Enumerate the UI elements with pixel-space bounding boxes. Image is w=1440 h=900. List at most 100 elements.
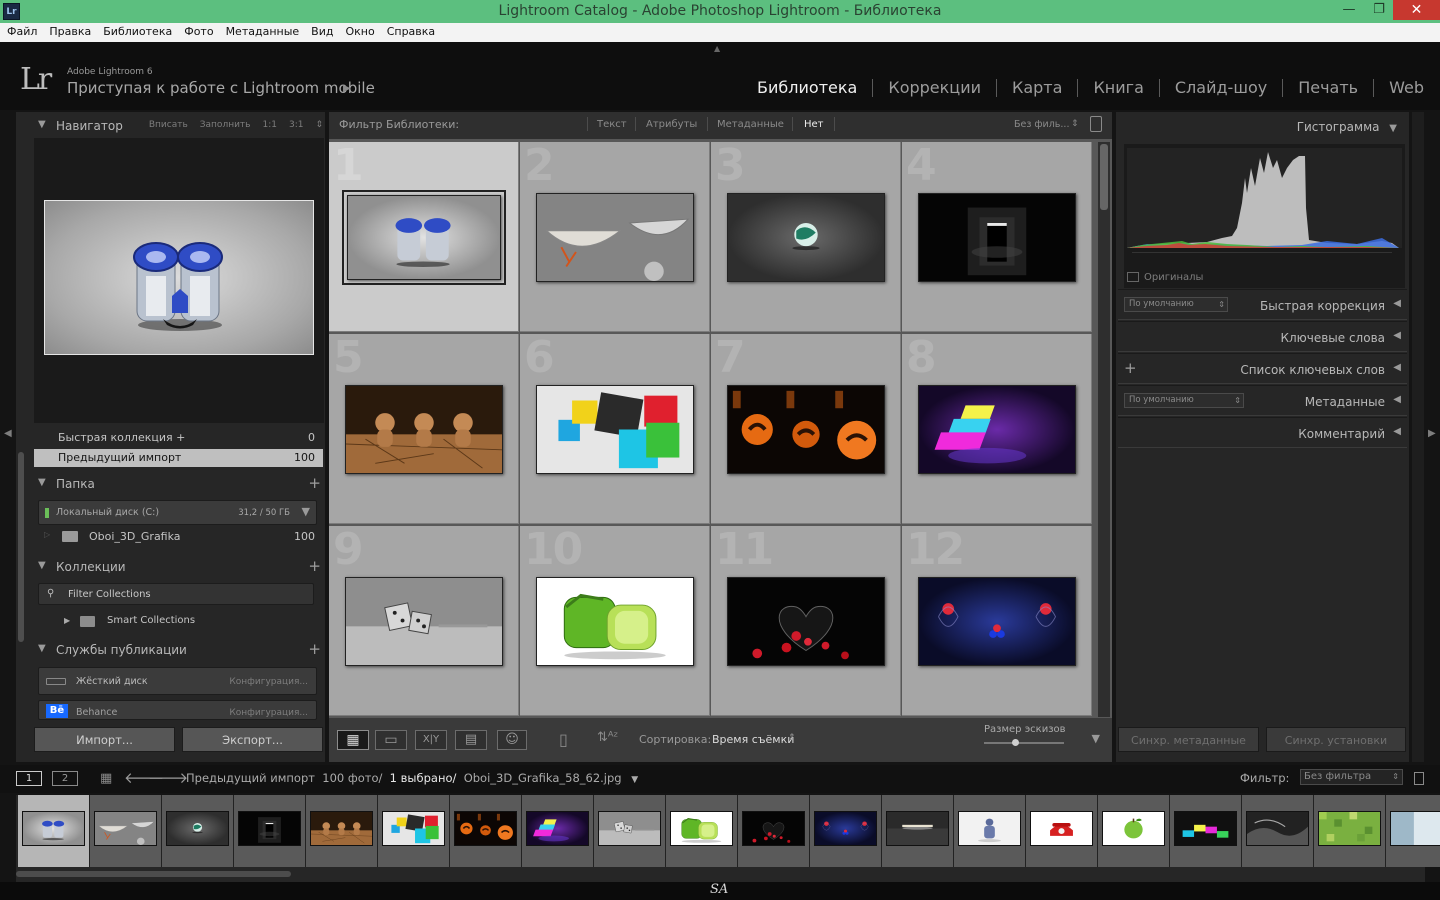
filmstrip-thumbnail[interactable]	[238, 811, 301, 846]
filter-metadata[interactable]: Метаданные	[717, 119, 784, 130]
bottom-panel-toggle[interactable]: SA	[0, 882, 1440, 900]
filmstrip-cell[interactable]	[1170, 795, 1242, 867]
module-web[interactable]: Web	[1373, 79, 1424, 97]
publish-behance[interactable]: Bē Behance Конфигурация...	[38, 700, 317, 720]
module-develop[interactable]: Коррекции	[872, 79, 996, 97]
grid-cell[interactable]: 9	[329, 524, 519, 716]
photo-thumbnail[interactable]	[536, 193, 694, 282]
menu-photo[interactable]: Фото	[177, 23, 218, 38]
filmstrip-thumbnail[interactable]	[454, 811, 517, 846]
volume-row[interactable]: Локальный диск (C:) 31,2 / 50 ГБ ▼	[38, 500, 317, 525]
filmstrip-thumbnail[interactable]	[598, 811, 661, 846]
add-collection-icon[interactable]: +	[308, 557, 321, 575]
histogram-header[interactable]: Гистограмма ▼	[1297, 120, 1397, 134]
add-keyword-icon[interactable]: +	[1124, 359, 1137, 377]
originals-checkbox[interactable]	[1127, 272, 1139, 282]
forward-arrow-icon[interactable]: 🡒	[148, 768, 188, 787]
painter-spray-icon[interactable]: ▯	[559, 730, 568, 749]
filmstrip-thumbnail[interactable]	[1318, 811, 1381, 846]
expand-arrow-icon[interactable]: ▶	[64, 616, 70, 625]
filmstrip-thumbnail[interactable]	[814, 811, 877, 846]
photo-thumbnail[interactable]	[727, 193, 885, 282]
filmstrip-filter-select[interactable]: Без фильтра ⇕	[1300, 769, 1403, 785]
left-panel-scrollbar[interactable]	[18, 452, 24, 642]
import-button[interactable]: Импорт...	[34, 727, 175, 752]
module-library[interactable]: Библиотека	[742, 79, 872, 97]
compare-view-icon[interactable]: X|Y	[415, 730, 447, 750]
filmstrip-cell[interactable]	[522, 795, 594, 867]
filmstrip-thumbnail[interactable]	[1246, 811, 1309, 846]
filmstrip-cell[interactable]	[738, 795, 810, 867]
grid-view-icon[interactable]: ▦	[337, 730, 369, 750]
filmstrip-cell[interactable]	[162, 795, 234, 867]
menu-window[interactable]: Окно	[338, 23, 379, 38]
filmstrip-cell[interactable]	[1314, 795, 1386, 867]
sort-stepper-icon[interactable]: ⇕	[788, 733, 796, 743]
thumbnail-size-handle[interactable]	[1012, 739, 1019, 746]
filter-preset[interactable]: Без филь...	[1014, 119, 1069, 130]
grid-shortcut-icon[interactable]: ▦	[100, 771, 112, 786]
photo-thumbnail[interactable]	[727, 577, 885, 666]
quick-collection-row[interactable]: Быстрая коллекция + 0	[34, 429, 323, 447]
filter-collections-field[interactable]: ⚲ Filter Collections	[38, 583, 314, 605]
window-1-button[interactable]: 1	[16, 771, 42, 786]
filmstrip-cell[interactable]	[18, 795, 90, 867]
window-2-button[interactable]: 2	[52, 771, 78, 786]
grid-cell[interactable]: 3	[711, 142, 901, 332]
filter-attributes[interactable]: Атрибуты	[646, 119, 697, 130]
smart-collections-row[interactable]: ▶ Smart Collections	[34, 613, 323, 633]
filmstrip-thumbnail[interactable]	[1390, 811, 1440, 846]
photo-thumbnail[interactable]	[536, 577, 694, 666]
survey-view-icon[interactable]: ▤	[455, 730, 487, 750]
menu-file[interactable]: Файл	[0, 23, 42, 38]
filmstrip-thumbnail[interactable]	[1174, 811, 1237, 846]
filmstrip-cell[interactable]	[810, 795, 882, 867]
comments-header[interactable]: Комментарий ◀	[1118, 417, 1407, 448]
filmstrip-cell[interactable]	[234, 795, 306, 867]
grid-cell[interactable]: 4	[902, 142, 1092, 332]
zoom-1-1[interactable]: 1:1	[262, 120, 276, 130]
thumbnail-size-slider[interactable]	[984, 739, 1064, 746]
photo-thumbnail[interactable]	[347, 195, 501, 280]
keyword-list-header[interactable]: + Список ключевых слов ◀	[1118, 353, 1407, 384]
filter-none[interactable]: Нет	[804, 119, 824, 130]
collapse-right-panel-icon[interactable]: ▶	[1428, 428, 1436, 439]
maximize-button[interactable]: ❐	[1364, 0, 1394, 20]
filmstrip-cell[interactable]	[1098, 795, 1170, 867]
zoom-fit[interactable]: Вписать	[149, 120, 188, 130]
minimize-button[interactable]: —	[1334, 0, 1364, 20]
grid-cell[interactable]: 2	[520, 142, 710, 332]
filmstrip-cell[interactable]	[450, 795, 522, 867]
publish-hard-drive[interactable]: Жёсткий диск Конфигурация...	[38, 667, 317, 695]
module-book[interactable]: Книга	[1077, 79, 1158, 97]
filmstrip-cell[interactable]	[594, 795, 666, 867]
module-map[interactable]: Карта	[995, 79, 1077, 97]
zoom-3-1[interactable]: 3:1	[289, 120, 303, 130]
zoom-fill[interactable]: Заполнить	[200, 120, 251, 130]
mobile-tagline[interactable]: Приступая к работе с Lightroom mobile	[67, 79, 375, 97]
menu-edit[interactable]: Правка	[42, 23, 96, 38]
photo-thumbnail[interactable]	[345, 577, 503, 666]
filmstrip-cell[interactable]	[90, 795, 162, 867]
publish-services-header[interactable]: ▼ Службы публикации +	[34, 638, 323, 662]
add-publish-service-icon[interactable]: +	[308, 640, 321, 658]
module-slideshow[interactable]: Слайд-шоу	[1158, 79, 1282, 97]
photo-thumbnail[interactable]	[918, 385, 1076, 474]
grid-cell[interactable]: 8	[902, 332, 1092, 524]
menu-metadata[interactable]: Метаданные	[219, 23, 305, 38]
filmstrip-thumbnail[interactable]	[310, 811, 373, 846]
filmstrip-thumbnail[interactable]	[1030, 811, 1093, 846]
filmstrip-cell[interactable]	[1242, 795, 1314, 867]
source-dropdown-icon[interactable]: ▼	[631, 775, 638, 785]
photo-thumbnail[interactable]	[918, 193, 1076, 282]
menu-view[interactable]: Вид	[304, 23, 338, 38]
filmstrip-thumbnail[interactable]	[742, 811, 805, 846]
photo-thumbnail[interactable]	[345, 385, 503, 474]
folders-header[interactable]: ▼ Папка +	[34, 472, 323, 496]
quick-develop-preset[interactable]: По умолчанию ⇕	[1124, 297, 1228, 312]
filter-lock-icon[interactable]	[1414, 772, 1424, 785]
navigator-image[interactable]	[44, 200, 314, 355]
keywording-header[interactable]: Ключевые слова ◀	[1118, 321, 1407, 352]
grid-cell[interactable]: 1	[329, 142, 519, 332]
quick-develop-header[interactable]: По умолчанию ⇕ Быстрая коррекция ◀	[1118, 289, 1407, 320]
